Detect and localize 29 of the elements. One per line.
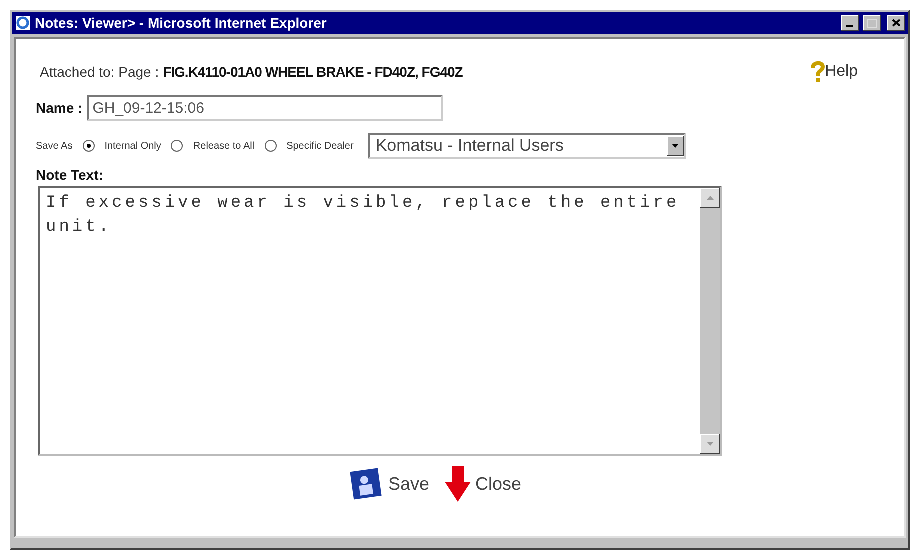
close-icon: [892, 19, 900, 27]
radio-label: Specific Dealer: [286, 140, 354, 152]
note-text-area[interactable]: If excessive wear is visible, replace the entire unit.: [38, 186, 722, 456]
name-label: Name :: [36, 100, 83, 116]
attached-label: Attached to: Page :: [40, 64, 160, 80]
radio-button[interactable]: [264, 140, 277, 152]
radio-button[interactable]: [82, 140, 95, 152]
scroll-up-icon[interactable]: [700, 188, 720, 208]
close-button[interactable]: [887, 15, 905, 31]
radio-button[interactable]: [171, 140, 184, 152]
maximize-button[interactable]: [863, 15, 881, 31]
note-text-label: Note Text:: [36, 167, 104, 183]
maximize-icon: [867, 18, 877, 28]
browser-icon: [15, 15, 31, 31]
window-title: Notes: Viewer> - Microsoft Internet Explorer: [35, 15, 328, 31]
help-link[interactable]: Help: [811, 61, 858, 83]
attached-page: FIG.K4110-01A0 WHEEL BRAKE - FD40Z, FG40Z: [163, 64, 463, 80]
close-button[interactable]: Close: [444, 464, 522, 504]
minimize-button[interactable]: [841, 15, 859, 31]
save-as-label: Save As: [36, 140, 73, 152]
down-arrow-icon: [444, 464, 472, 504]
radio-label: Release to All: [193, 140, 255, 152]
radio-label: Internal Only: [104, 140, 162, 152]
scrollbar[interactable]: [700, 188, 720, 454]
scroll-down-icon[interactable]: [700, 434, 720, 454]
save-button[interactable]: Save: [348, 464, 430, 504]
dealer-dropdown[interactable]: Komatsu - Internal Users: [368, 133, 686, 159]
name-field[interactable]: GH_09-12-15:06: [86, 95, 443, 121]
question-mark-icon: [811, 61, 826, 83]
